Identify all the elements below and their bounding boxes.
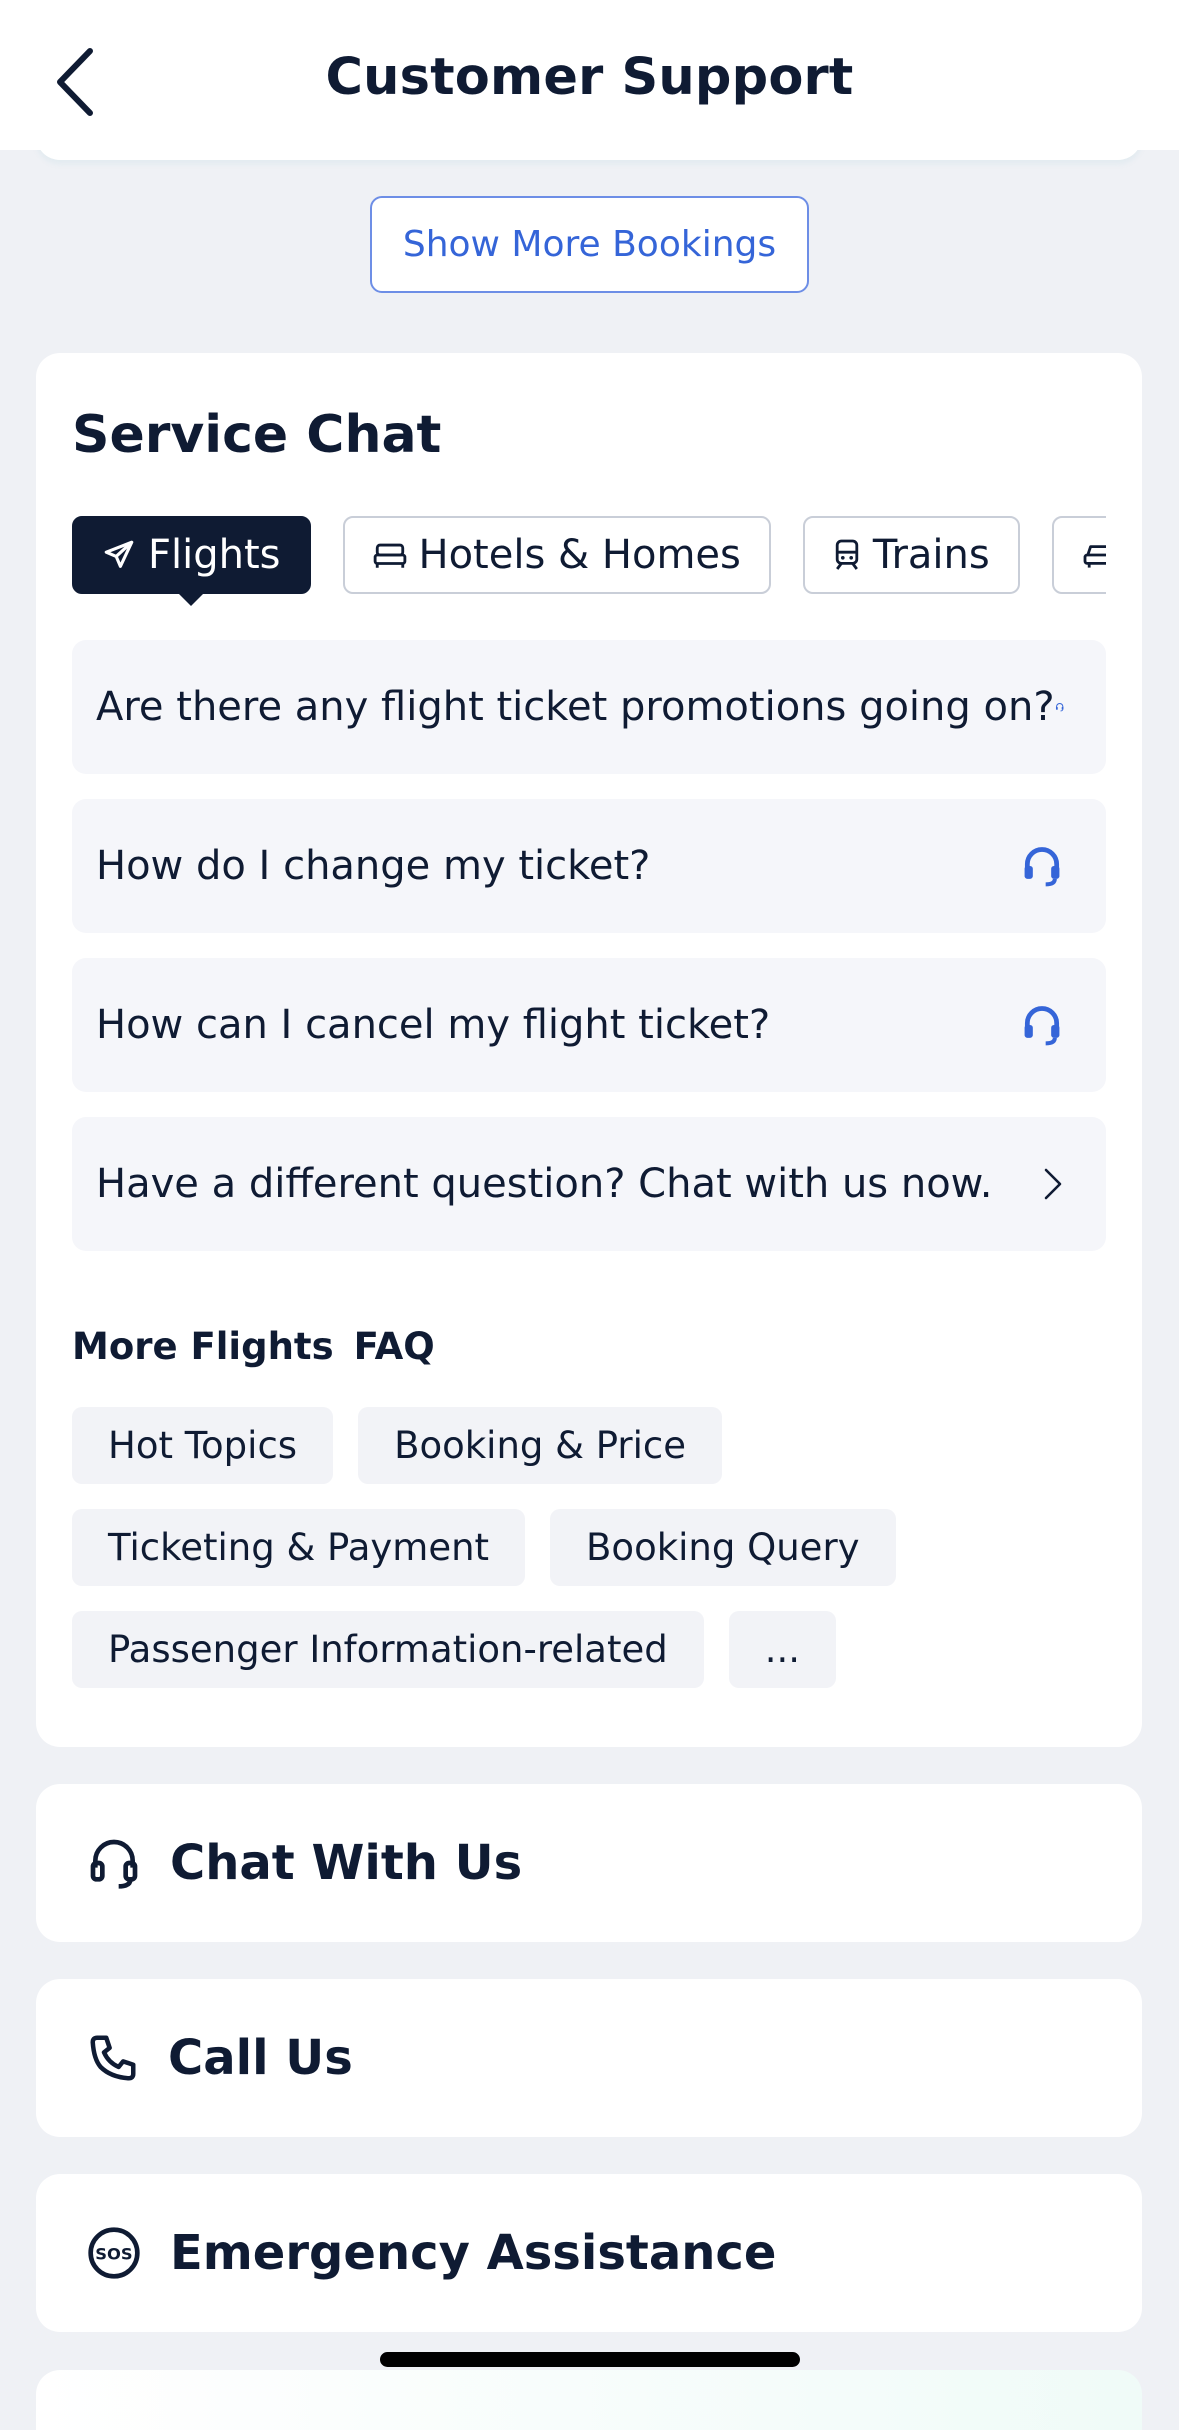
question-promotions[interactable]: Are there any flight ticket promotions g… xyxy=(72,640,1106,774)
show-more-bookings-button[interactable]: Show More Bookings xyxy=(370,196,809,293)
question-list: Are there any flight ticket promotions g… xyxy=(72,640,1106,1276)
chat-with-us-label: Chat With Us xyxy=(170,1835,523,1891)
headset-icon xyxy=(1055,703,1064,712)
call-us-button[interactable]: Call Us xyxy=(36,1979,1142,2137)
faq-chip-passenger-info[interactable]: Passenger Information-related xyxy=(72,1611,704,1688)
faq-heading-label: FAQ xyxy=(353,1325,435,1368)
headset-icon xyxy=(1024,847,1060,887)
tab-label: Trains xyxy=(872,532,990,578)
question-text: Have a different question? Chat with us … xyxy=(96,1161,993,1207)
next-card-edge xyxy=(36,2370,1142,2430)
faq-heading-category: More Flights xyxy=(72,1325,334,1368)
top-bar: Customer Support xyxy=(0,0,1179,150)
tab-label: Hotels & Homes xyxy=(418,532,741,578)
bed-icon xyxy=(373,543,406,568)
plane-icon xyxy=(104,540,134,568)
tab-trains[interactable]: Trains xyxy=(802,516,1020,594)
question-text: How do I change my ticket? xyxy=(96,843,651,889)
category-tabs: Flights Hotels & Homes Trains xyxy=(72,516,1106,616)
faq-heading: More Flights FAQ xyxy=(72,1325,435,1368)
service-chat-card: Service Chat Flights Hotels & Homes Trai… xyxy=(36,353,1142,1747)
tab-label: Flights xyxy=(148,532,281,578)
question-change-ticket[interactable]: How do I change my ticket? xyxy=(72,799,1106,933)
call-us-label: Call Us xyxy=(168,2030,353,2086)
question-chat-now[interactable]: Have a different question? Chat with us … xyxy=(72,1117,1106,1251)
phone-icon xyxy=(90,2035,136,2081)
sos-icon: SOS xyxy=(88,2227,140,2279)
car-icon xyxy=(1083,545,1106,568)
headset-icon xyxy=(90,1839,138,1889)
faq-chip-booking-query[interactable]: Booking Query xyxy=(550,1509,896,1586)
svg-text:SOS: SOS xyxy=(95,2245,132,2264)
question-text: How can I cancel my flight ticket? xyxy=(96,1002,771,1048)
home-indicator xyxy=(380,2352,800,2367)
headset-icon xyxy=(1024,1006,1060,1046)
faq-chip-booking-price[interactable]: Booking & Price xyxy=(358,1407,723,1484)
page-title: Customer Support xyxy=(325,48,854,107)
faq-topic-chips: Hot Topics Booking & Price Ticketing & P… xyxy=(72,1407,1106,1713)
service-chat-title: Service Chat xyxy=(72,405,442,465)
chevron-right-icon xyxy=(1044,1168,1062,1200)
faq-chip-hot-topics[interactable]: Hot Topics xyxy=(72,1407,334,1484)
faq-chip-more[interactable]: ... xyxy=(728,1611,837,1688)
emergency-assistance-label: Emergency Assistance xyxy=(170,2225,777,2281)
tab-cars[interactable]: Ca xyxy=(1051,516,1106,594)
question-text: Are there any flight ticket promotions g… xyxy=(96,684,1055,730)
tab-hotels-homes[interactable]: Hotels & Homes xyxy=(342,516,771,594)
question-cancel-ticket[interactable]: How can I cancel my flight ticket? xyxy=(72,958,1106,1092)
chat-with-us-button[interactable]: Chat With Us xyxy=(36,1784,1142,1942)
emergency-assistance-button[interactable]: SOS Emergency Assistance xyxy=(36,2174,1142,2332)
faq-chip-ticketing-payment[interactable]: Ticketing & Payment xyxy=(72,1509,526,1586)
train-icon xyxy=(835,539,859,570)
tab-flights[interactable]: Flights xyxy=(72,516,311,606)
